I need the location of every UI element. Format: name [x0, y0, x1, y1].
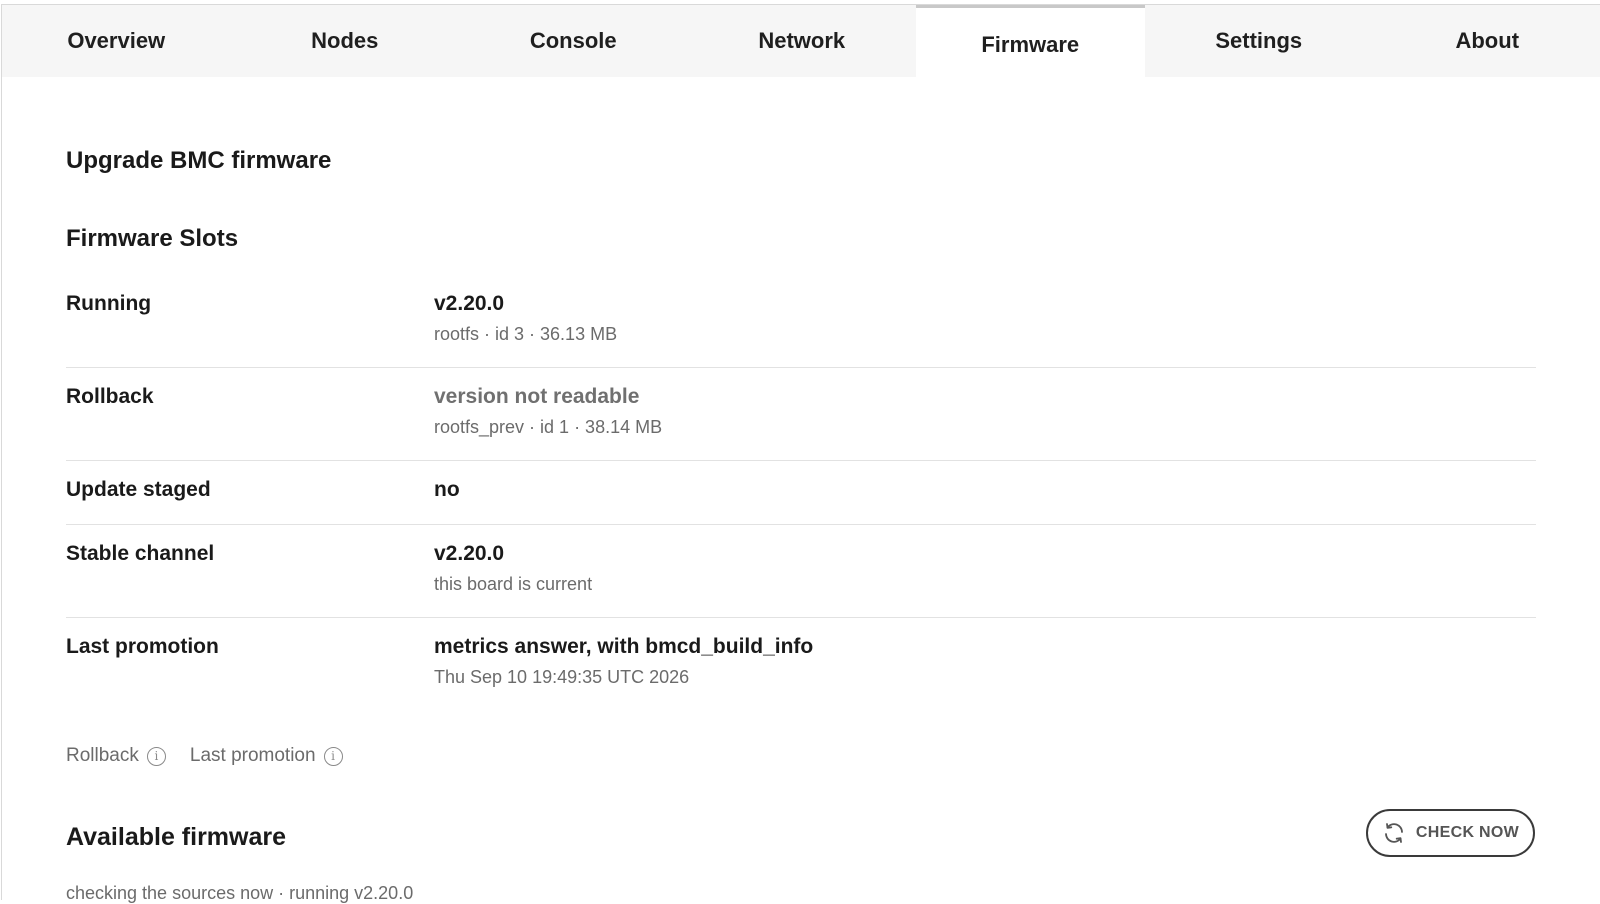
slot-row-update-staged: Update staged no	[66, 461, 1536, 525]
slot-value: no	[434, 478, 1536, 524]
slot-value: v2.20.0 rootfs · id 3 · 36.13 MB	[434, 292, 1536, 367]
refresh-icon	[1385, 823, 1403, 843]
help-link-label: Rollback	[66, 745, 139, 766]
slot-secondary-value: this board is current	[434, 574, 593, 594]
firmware-page: Overview Nodes Console Network Firmware …	[1, 4, 1600, 903]
tab-bar: Overview Nodes Console Network Firmware …	[2, 5, 1600, 79]
slot-label: Last promotion	[66, 635, 219, 658]
slot-row-last-promotion: Last promotion metrics answer, with bmcd…	[66, 618, 1536, 708]
help-link-last-promotion[interactable]: Last promotion i	[190, 745, 343, 767]
slot-label: Stable channel	[66, 542, 215, 565]
slot-label: Update staged	[66, 478, 211, 501]
slot-primary-value: metrics answer, with bmcd_build_info	[434, 635, 814, 658]
info-icon[interactable]: i	[323, 746, 343, 766]
tab-about[interactable]: About	[1373, 5, 1600, 77]
slot-row-stable-channel: Stable channel v2.20.0 this board is cur…	[66, 525, 1536, 618]
slot-row-running: Running v2.20.0 rootfs · id 3 · 36.13 MB	[66, 275, 1536, 368]
slot-row-rollback: Rollback version not readable rootfs_pre…	[66, 368, 1536, 461]
slot-primary-value: v2.20.0	[434, 542, 505, 565]
tab-console[interactable]: Console	[459, 5, 688, 77]
slot-primary-value: v2.20.0	[434, 292, 505, 315]
slot-primary-value: version not readable	[434, 385, 640, 408]
slot-secondary-value: rootfs_prev · id 1 · 38.14 MB	[434, 417, 663, 437]
slot-label: Running	[66, 292, 152, 315]
slot-secondary-value: rootfs · id 3 · 36.13 MB	[434, 324, 618, 344]
slot-value: version not readable rootfs_prev · id 1 …	[434, 385, 1536, 460]
slot-value: metrics answer, with bmcd_build_info Thu…	[434, 635, 1536, 708]
help-links: Rollback i Last promotion i	[66, 745, 343, 767]
slot-primary-value: no	[434, 478, 460, 501]
help-link-rollback[interactable]: Rollback i	[66, 745, 166, 767]
tab-firmware[interactable]: Firmware	[916, 5, 1145, 79]
firmware-slots-list: Running v2.20.0 rootfs · id 3 · 36.13 MB…	[66, 275, 1536, 708]
available-firmware-status: checking the sources now · running v2.20…	[66, 883, 414, 903]
tab-nodes[interactable]: Nodes	[231, 5, 460, 77]
slot-secondary-value: Thu Sep 10 19:49:35 UTC 2026	[434, 667, 690, 687]
tab-network[interactable]: Network	[688, 5, 917, 77]
info-icon[interactable]: i	[146, 746, 166, 766]
tab-settings[interactable]: Settings	[1145, 5, 1374, 77]
help-link-label: Last promotion	[189, 745, 316, 766]
available-firmware-heading: Available firmware	[66, 823, 287, 851]
check-now-label: CHECK NOW	[1415, 824, 1520, 841]
check-now-button[interactable]: CHECK NOW	[1366, 809, 1535, 857]
firmware-slots-heading: Firmware Slots	[66, 225, 239, 252]
page-title: Upgrade BMC firmware	[66, 147, 332, 174]
slot-label: Rollback	[66, 385, 154, 408]
tab-overview[interactable]: Overview	[2, 5, 231, 77]
slot-value: v2.20.0 this board is current	[434, 542, 1536, 617]
